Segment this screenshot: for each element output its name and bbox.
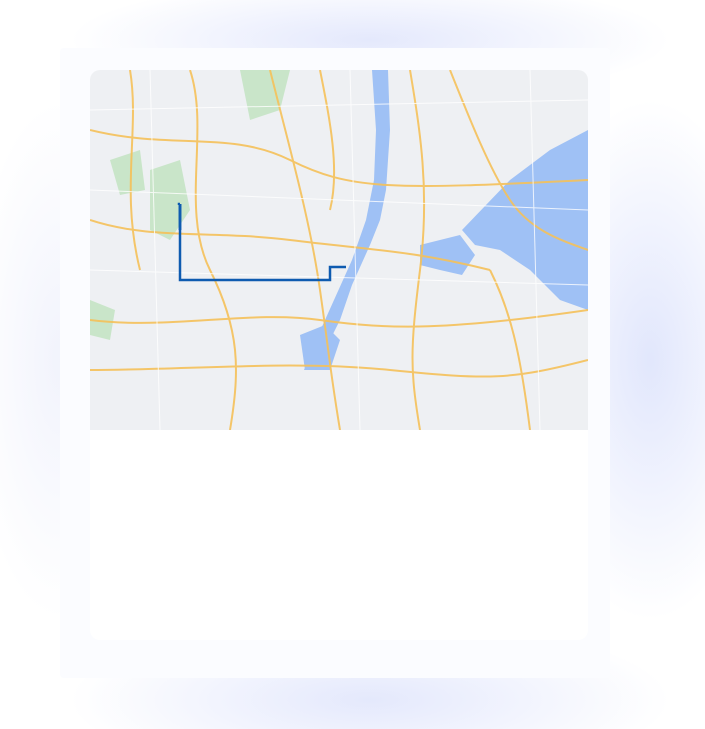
map[interactable] [90, 70, 588, 430]
route-bs-path [177, 202, 346, 282]
park-area [240, 70, 290, 120]
dispatch-panel [90, 70, 588, 640]
park-area [110, 150, 145, 195]
park-area [150, 160, 190, 240]
map-base [90, 70, 588, 430]
bay-water [420, 235, 475, 275]
